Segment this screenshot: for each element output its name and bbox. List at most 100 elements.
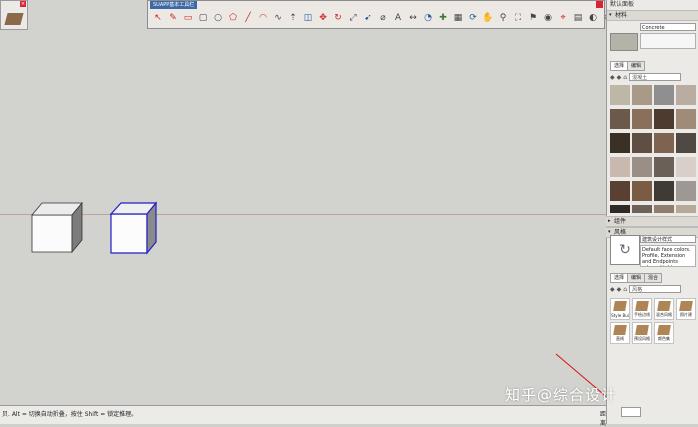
polygon-icon[interactable]: ⬠ <box>226 11 240 25</box>
material-swatch[interactable] <box>632 133 652 153</box>
style-tab-mix[interactable]: 混合 <box>644 273 663 283</box>
material-icon[interactable] <box>4 13 24 25</box>
material-swatch[interactable] <box>676 157 696 177</box>
zoom-icon[interactable]: ⚲ <box>496 11 510 25</box>
back-icon[interactable]: ◆ <box>610 74 615 81</box>
material-swatch[interactable] <box>676 133 696 153</box>
style-library-dropdown[interactable]: 风格 <box>629 285 682 293</box>
material-swatch[interactable] <box>610 133 630 153</box>
offset-icon[interactable]: ◫ <box>301 11 315 25</box>
material-swatch[interactable] <box>610 157 630 177</box>
tab-edit[interactable]: 编辑 <box>627 61 646 71</box>
followme-icon[interactable]: ➹ <box>361 11 375 25</box>
style-item-label: 手绘边线 <box>634 312 650 317</box>
styles-tabs: 选择 编辑 混合 <box>610 273 663 283</box>
style-item[interactable]: 手绘边线 <box>632 298 652 320</box>
tape-icon[interactable]: ⌀ <box>376 11 390 25</box>
scale-icon[interactable]: ⤢ <box>346 11 360 25</box>
material-swatch[interactable] <box>632 85 652 105</box>
material-swatch[interactable] <box>610 109 630 129</box>
style-item[interactable]: 混合风格 <box>654 298 674 320</box>
materials-tabs: 选择 编辑 <box>610 61 646 71</box>
style-tab-edit[interactable]: 编辑 <box>627 273 646 283</box>
axes-icon[interactable]: ✚ <box>436 11 450 25</box>
material-swatch[interactable] <box>610 181 630 201</box>
material-swatch[interactable] <box>654 157 674 177</box>
white-cube[interactable] <box>30 200 85 256</box>
material-swatch[interactable] <box>610 85 630 105</box>
material-swatch[interactable] <box>654 85 674 105</box>
move-icon[interactable]: ✥ <box>316 11 330 25</box>
material-swatch[interactable] <box>676 205 696 213</box>
suapp-toolbar[interactable]: SUAPP基本工具栏 ↖ ✎ ▭ ▢ ○ ⬠ ╱ ◠ ∿ ⇡ ◫ ✥ ↻ ⤢ ➹ ⌀ A ↔ ◔ ✚ ▦ ⟳ ✋ ⚲ ⛶ ⚑ ◉ ⌖ ▤… <box>147 0 606 29</box>
position-icon[interactable]: ⌖ <box>556 11 570 25</box>
style-item-label: Style Bui <box>611 313 629 318</box>
model-viewport[interactable]: × SUAPP基本工具栏 ↖ ✎ ▭ ▢ ○ ⬠ ╱ ◠ ∿ ⇡ ◫ ✥ ↻ ⤢ ➹ ⌀ A ↔ ◔ ✚ ▦ ⟳ ✋ ⚲ ⛶ ⚑ ◉… <box>0 0 606 405</box>
rect-icon[interactable]: ▢ <box>196 11 210 25</box>
measurements-box[interactable] <box>621 407 641 417</box>
circle-icon[interactable]: ○ <box>211 11 225 25</box>
rotate-icon[interactable]: ↻ <box>331 11 345 25</box>
shadow-icon[interactable]: ◐ <box>586 11 600 25</box>
style-item[interactable]: 照片建 <box>676 298 696 320</box>
line-icon[interactable]: ╱ <box>241 11 255 25</box>
style-description[interactable]: Default face colors. Profile, Extension … <box>640 245 696 267</box>
walk-icon[interactable]: ⚑ <box>526 11 540 25</box>
styles-nav: ◆ ◆ ⌂ 风格 <box>610 285 682 293</box>
material-info-box <box>640 33 696 49</box>
style-thumbnail[interactable]: ↻ <box>610 235 640 265</box>
material-name-field[interactable]: Concrete <box>640 23 696 31</box>
style-item[interactable]: Style Bui <box>610 298 630 320</box>
text-icon[interactable]: A <box>391 11 405 25</box>
zoom-extents-icon[interactable]: ⛶ <box>511 11 525 25</box>
section-icon[interactable]: ▦ <box>451 11 465 25</box>
material-swatch[interactable] <box>676 181 696 201</box>
style-item[interactable]: 直线 <box>610 322 630 344</box>
sandbox-icon[interactable]: ▤ <box>571 11 585 25</box>
pushpull-icon[interactable]: ⇡ <box>286 11 300 25</box>
mini-toolbar[interactable]: × <box>0 0 28 30</box>
style-tab-select[interactable]: 选择 <box>610 273 629 283</box>
home-icon[interactable]: ⌂ <box>623 74 627 81</box>
look-icon[interactable]: ◉ <box>541 11 555 25</box>
material-swatch[interactable] <box>632 181 652 201</box>
paint-icon[interactable]: ✎ <box>166 11 180 25</box>
style-item[interactable]: 预设风格 <box>632 322 652 344</box>
horizon-line <box>0 214 606 215</box>
forward-icon[interactable]: ◆ <box>617 74 622 81</box>
style-thumbnail-icon <box>613 301 627 311</box>
material-swatch[interactable] <box>676 85 696 105</box>
arc-icon[interactable]: ◠ <box>256 11 270 25</box>
material-library-dropdown[interactable]: 混凝土 <box>629 73 682 81</box>
close-icon[interactable] <box>596 1 603 8</box>
forward-icon[interactable]: ◆ <box>617 286 622 293</box>
pan-icon[interactable]: ✋ <box>481 11 495 25</box>
orbit-icon[interactable]: ⟳ <box>466 11 480 25</box>
style-item[interactable]: 颜色集 <box>654 322 674 344</box>
material-swatch[interactable] <box>654 109 674 129</box>
material-swatch[interactable] <box>654 181 674 201</box>
select-icon[interactable]: ↖ <box>151 11 165 25</box>
dim-icon[interactable]: ↔ <box>406 11 420 25</box>
tab-select[interactable]: 选择 <box>610 61 629 71</box>
material-swatch[interactable] <box>654 133 674 153</box>
status-message: 贝. Alt = 切换自动折叠，按住 Shift = 锁定推理。 <box>2 411 138 418</box>
selected-cube[interactable] <box>109 200 159 256</box>
material-swatch[interactable] <box>632 109 652 129</box>
material-swatch[interactable] <box>632 205 652 213</box>
materials-section-header[interactable]: 材料 <box>607 10 698 21</box>
protractor-icon[interactable]: ◔ <box>421 11 435 25</box>
style-item-label: 照片建 <box>680 312 692 317</box>
material-swatch[interactable] <box>676 109 696 129</box>
close-icon[interactable]: × <box>20 1 26 7</box>
material-swatch[interactable] <box>632 157 652 177</box>
material-swatch[interactable] <box>610 205 630 213</box>
eraser-icon[interactable]: ▭ <box>181 11 195 25</box>
material-swatch[interactable] <box>654 205 674 213</box>
freehand-icon[interactable]: ∿ <box>271 11 285 25</box>
style-thumbnail-icon <box>679 301 693 311</box>
home-icon[interactable]: ⌂ <box>623 286 627 293</box>
back-icon[interactable]: ◆ <box>610 286 615 293</box>
components-section-header[interactable]: 组件 <box>606 216 698 227</box>
style-name-field[interactable]: 建筑设计样式 <box>640 235 696 243</box>
